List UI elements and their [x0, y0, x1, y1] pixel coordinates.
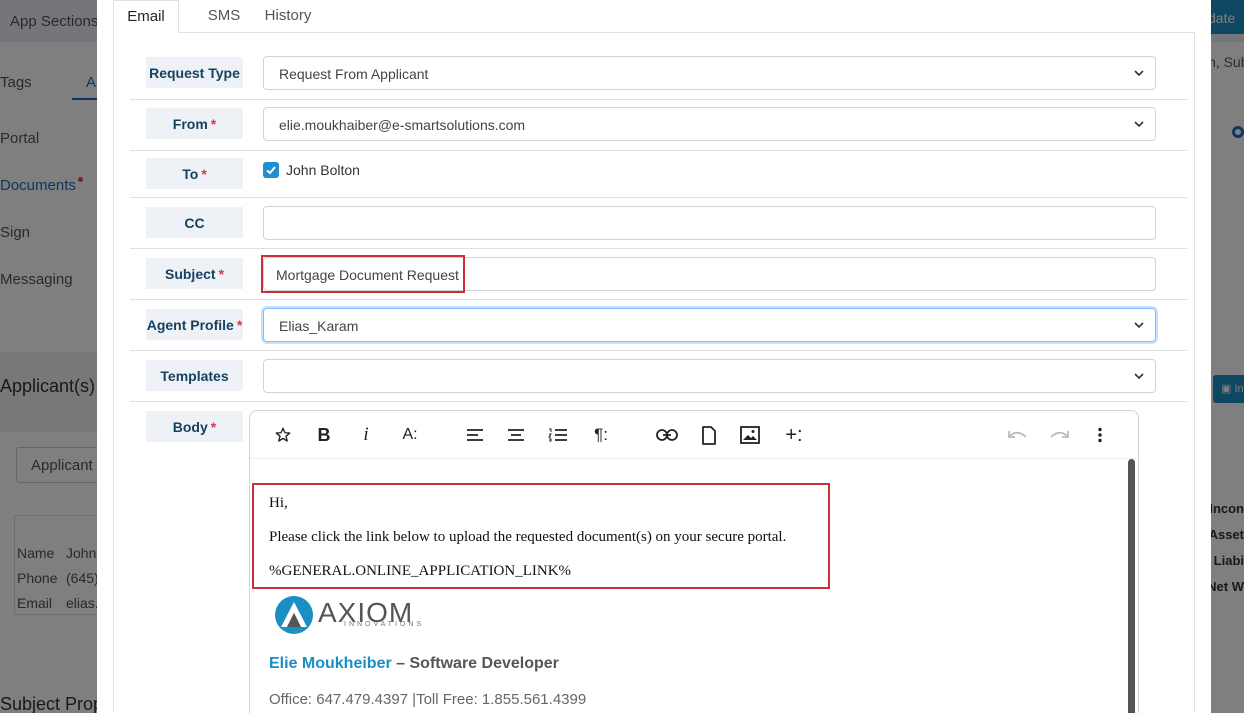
redo-icon[interactable]: [1047, 423, 1071, 447]
editor-scrollbar[interactable]: [1128, 459, 1135, 713]
chevron-down-icon: [1133, 65, 1145, 81]
align-center-icon[interactable]: [504, 423, 528, 447]
chevron-down-icon: [1133, 317, 1145, 333]
request-type-label: Request Type: [146, 57, 243, 88]
align-left-icon[interactable]: [463, 423, 487, 447]
to-row: To * John Bolton: [130, 151, 1187, 198]
message-tabs: Email SMS History: [113, 0, 1195, 33]
signature-title: Software Developer: [409, 655, 559, 672]
ordered-list-icon[interactable]: [546, 423, 570, 447]
agent-profile-select[interactable]: Elias_Karam: [263, 308, 1156, 342]
axiom-logo-icon: [275, 596, 313, 634]
templates-label: Templates: [146, 360, 243, 391]
templates-row: Templates: [130, 351, 1187, 402]
file-icon[interactable]: [697, 423, 721, 447]
request-type-row: Request Type Request From Applicant: [130, 48, 1187, 100]
subject-highlight-box: [261, 255, 465, 293]
chevron-down-icon: [1133, 368, 1145, 384]
agent-profile-label: Agent Profile *: [146, 309, 243, 340]
recipient-name[interactable]: John Bolton: [286, 162, 360, 178]
signature-line: Elie Moukheiber – Software Developer: [269, 655, 559, 673]
templates-select[interactable]: [263, 359, 1156, 393]
body-editor[interactable]: B i A: ¶: +: Hi, Please click the link b…: [249, 410, 1139, 713]
body-highlight-box: [252, 483, 830, 589]
tab-history[interactable]: History: [253, 0, 323, 33]
editor-content[interactable]: Hi, Please click the link below to uploa…: [250, 459, 1130, 713]
image-icon[interactable]: [738, 423, 762, 447]
from-label: From *: [146, 108, 243, 139]
tab-sms[interactable]: SMS: [195, 0, 253, 33]
editor-toolbar: B i A: ¶: +:: [250, 411, 1138, 459]
recipient-checkbox[interactable]: [263, 162, 279, 178]
paragraph-format-icon[interactable]: ¶:: [586, 423, 616, 447]
agent-profile-row: Agent Profile * Elias_Karam: [130, 300, 1187, 351]
star-icon[interactable]: [271, 423, 295, 447]
more-insert-icon[interactable]: +:: [779, 423, 809, 447]
body-label: Body *: [146, 411, 243, 442]
axiom-logo-subtext: INNOVATIONS: [344, 621, 425, 628]
from-select[interactable]: elie.moukhaiber@e-smartsolutions.com: [263, 107, 1156, 141]
from-value: elie.moukhaiber@e-smartsolutions.com: [279, 117, 526, 133]
subject-label: Subject *: [146, 258, 243, 289]
cc-input[interactable]: [263, 206, 1156, 240]
italic-icon[interactable]: i: [354, 423, 378, 447]
from-row: From * elie.moukhaiber@e-smartsolutions.c…: [130, 100, 1187, 151]
signature-office: Office: 647.479.4397 |Toll Free: 1.855.5…: [269, 691, 587, 708]
agent-profile-value: Elias_Karam: [279, 318, 359, 334]
send-message-modal: Email SMS History Request Type Request F…: [97, 0, 1211, 713]
axiom-logo: AXIOM INNOVATIONS: [274, 595, 421, 638]
request-type-value: Request From Applicant: [279, 66, 429, 82]
bold-icon[interactable]: B: [312, 423, 336, 447]
font-size-icon[interactable]: A:: [395, 423, 425, 447]
cc-row: CC: [130, 198, 1187, 249]
cc-label: CC: [146, 207, 243, 238]
link-icon[interactable]: [655, 423, 679, 447]
signature-separator: –: [391, 655, 410, 672]
signature-name: Elie Moukheiber: [269, 655, 392, 672]
to-label: To *: [146, 158, 243, 189]
tab-email[interactable]: Email: [113, 0, 179, 33]
undo-icon[interactable]: [1006, 423, 1030, 447]
chevron-down-icon: [1133, 116, 1145, 132]
more-options-icon[interactable]: [1088, 423, 1112, 447]
request-type-select[interactable]: Request From Applicant: [263, 56, 1156, 90]
subject-row: Subject * Mortgage Document Request: [130, 249, 1187, 300]
